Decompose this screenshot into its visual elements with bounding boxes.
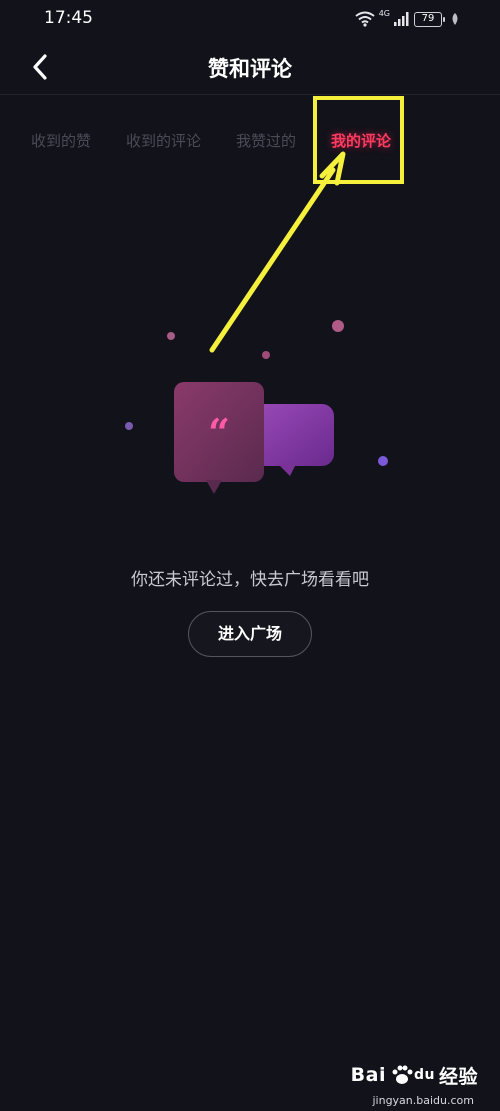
baidu-jingyan-watermark: Bai du 经验 xyxy=(351,1052,478,1098)
watermark-label: 经验 xyxy=(438,1065,478,1088)
empty-message: 你还未评论过，快去广场看看吧 xyxy=(131,570,369,590)
watermark-url: jingyan.baidu.com xyxy=(372,1094,474,1107)
watermark-brand-suffix: du xyxy=(413,1067,435,1083)
quote-bubble-icon: “ xyxy=(125,320,388,494)
watermark-brand: Bai xyxy=(350,1064,386,1086)
enter-plaza-button[interactable]: 进入广场 xyxy=(188,611,312,657)
paw-icon xyxy=(392,1065,413,1084)
svg-text:“: “ xyxy=(208,410,230,455)
